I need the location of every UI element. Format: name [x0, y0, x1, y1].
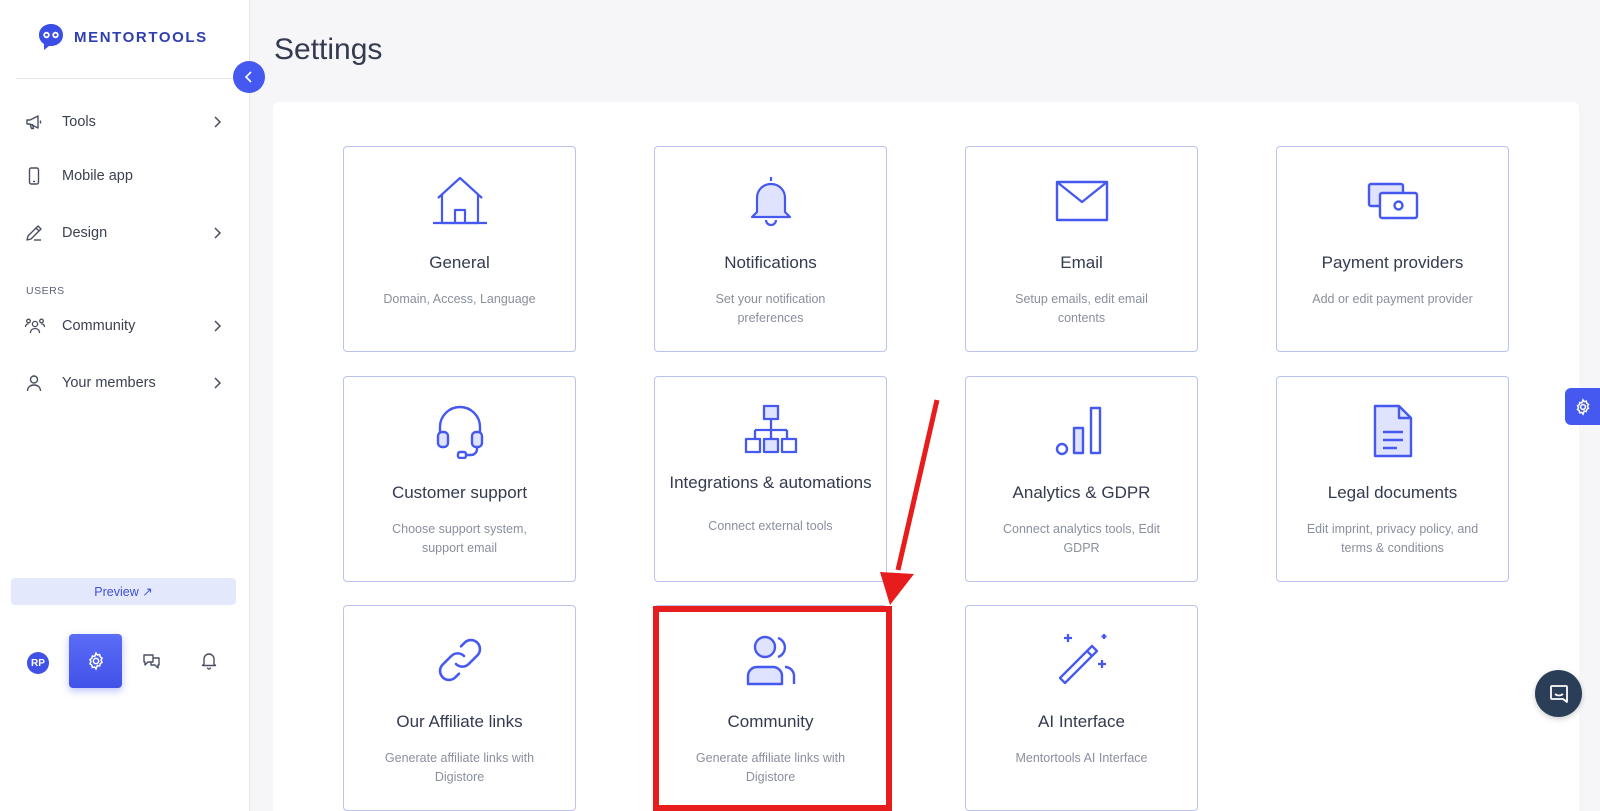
card-title: Payment providers — [1321, 253, 1464, 272]
magic-wand-icon — [966, 632, 1197, 688]
card-description: Add or edit payment provider — [1312, 292, 1473, 306]
settings-card-analytics-gdpr[interactable]: Analytics & GDPR Connect analytics tools… — [965, 376, 1198, 582]
card-title: Analytics & GDPR — [1012, 483, 1151, 502]
chevron-right-icon — [210, 319, 224, 333]
sidebar-item-design[interactable]: Design — [24, 217, 224, 249]
card-title: General — [429, 253, 490, 272]
sidebar: MENTORTOOLS Tools Mobile app Design USER… — [0, 0, 250, 811]
card-title: Email — [1060, 253, 1103, 272]
sidebar-item-label: Your members — [62, 375, 156, 391]
card-title: AI Interface — [1038, 712, 1125, 731]
robot-logo-icon — [39, 24, 63, 50]
pencil-icon — [24, 222, 50, 244]
card-description: Generate affiliate links with Digistore — [384, 751, 535, 784]
chat-bubbles-icon — [143, 654, 160, 669]
user-icon — [24, 372, 50, 394]
sidebar-item-tools[interactable]: Tools — [24, 106, 224, 138]
chevron-left-icon — [244, 71, 252, 83]
card-description: Choose support system, support email — [392, 522, 527, 555]
divider — [16, 78, 234, 79]
card-description: Connect analytics tools, Edit GDPR — [1002, 522, 1161, 555]
theme-settings-tab[interactable] — [1565, 388, 1600, 425]
headset-icon — [344, 403, 575, 459]
hierarchy-icon — [655, 403, 886, 459]
chat-icon — [1549, 684, 1568, 703]
preview-button[interactable]: Preview ↗ — [11, 578, 236, 605]
support-chat-button[interactable] — [1535, 670, 1582, 717]
chevron-right-icon — [210, 115, 224, 129]
card-title: Customer support — [391, 483, 528, 502]
brand-logo[interactable]: MENTORTOOLS — [36, 22, 208, 52]
card-description: Connect external tools — [708, 519, 833, 533]
settings-card-email[interactable]: Email Setup emails, edit email contents — [965, 146, 1198, 352]
card-description: Edit imprint, privacy policy, and terms … — [1306, 522, 1479, 555]
card-description: Set your notification preferences — [715, 292, 826, 325]
settings-card-payment-providers[interactable]: Payment providers Add or edit payment pr… — [1276, 146, 1509, 352]
payment-icon — [1277, 173, 1508, 229]
notifications-button[interactable] — [199, 650, 221, 672]
sidebar-item-mobile-app[interactable]: Mobile app — [24, 160, 224, 192]
chevron-right-icon — [210, 226, 224, 240]
settings-button[interactable] — [69, 634, 122, 688]
people-icon — [24, 315, 50, 337]
home-icon — [344, 173, 575, 229]
card-description: Mentortools AI Interface — [1015, 751, 1148, 765]
highlight-box — [653, 606, 892, 811]
megaphone-icon — [24, 111, 50, 133]
sidebar-item-label: Community — [62, 318, 136, 334]
card-description: Setup emails, edit email contents — [1015, 292, 1148, 325]
settings-card-legal-documents[interactable]: Legal documents Edit imprint, privacy po… — [1276, 376, 1509, 582]
sidebar-item-label: Tools — [62, 114, 96, 130]
envelope-icon — [966, 173, 1197, 229]
collapse-sidebar-button[interactable] — [233, 61, 265, 93]
gear-icon — [88, 651, 103, 671]
card-title: Notifications — [724, 253, 817, 272]
bar-chart-icon — [966, 403, 1197, 459]
avatar[interactable]: RP — [27, 652, 49, 674]
card-description: Domain, Access, Language — [383, 292, 536, 306]
sidebar-item-community[interactable]: Community — [24, 310, 224, 342]
settings-card-customer-support[interactable]: Customer support Choose support system, … — [343, 376, 576, 582]
settings-card-integrations[interactable]: Integrations & automations Connect exter… — [654, 376, 887, 582]
document-icon — [1277, 403, 1508, 459]
sidebar-bottom-bar: RP — [0, 634, 250, 688]
sidebar-item-label: Design — [62, 225, 108, 241]
phone-icon — [24, 165, 50, 187]
brand-name: MENTORTOOLS — [74, 28, 208, 46]
sidebar-item-your-members[interactable]: Your members — [24, 367, 224, 399]
section-label-users: USERS — [26, 285, 65, 297]
card-title: Integrations & automations — [669, 473, 872, 492]
messages-button[interactable] — [141, 650, 163, 672]
chevron-right-icon — [210, 376, 224, 390]
settings-card-notifications[interactable]: Notifications Set your notification pref… — [654, 146, 887, 352]
gear-icon — [1576, 397, 1589, 416]
card-title: Legal documents — [1327, 483, 1458, 502]
page-title: Settings — [274, 33, 383, 66]
link-icon — [344, 632, 575, 688]
settings-card-ai-interface[interactable]: AI Interface Mentortools AI Interface — [965, 605, 1198, 811]
card-title: Our Affiliate links — [396, 712, 523, 731]
settings-card-affiliate-links[interactable]: Our Affiliate links Generate affiliate l… — [343, 605, 576, 811]
bell-icon — [655, 173, 886, 229]
settings-card-general[interactable]: General Domain, Access, Language — [343, 146, 576, 352]
bell-icon — [201, 653, 217, 670]
sidebar-item-label: Mobile app — [62, 168, 133, 184]
